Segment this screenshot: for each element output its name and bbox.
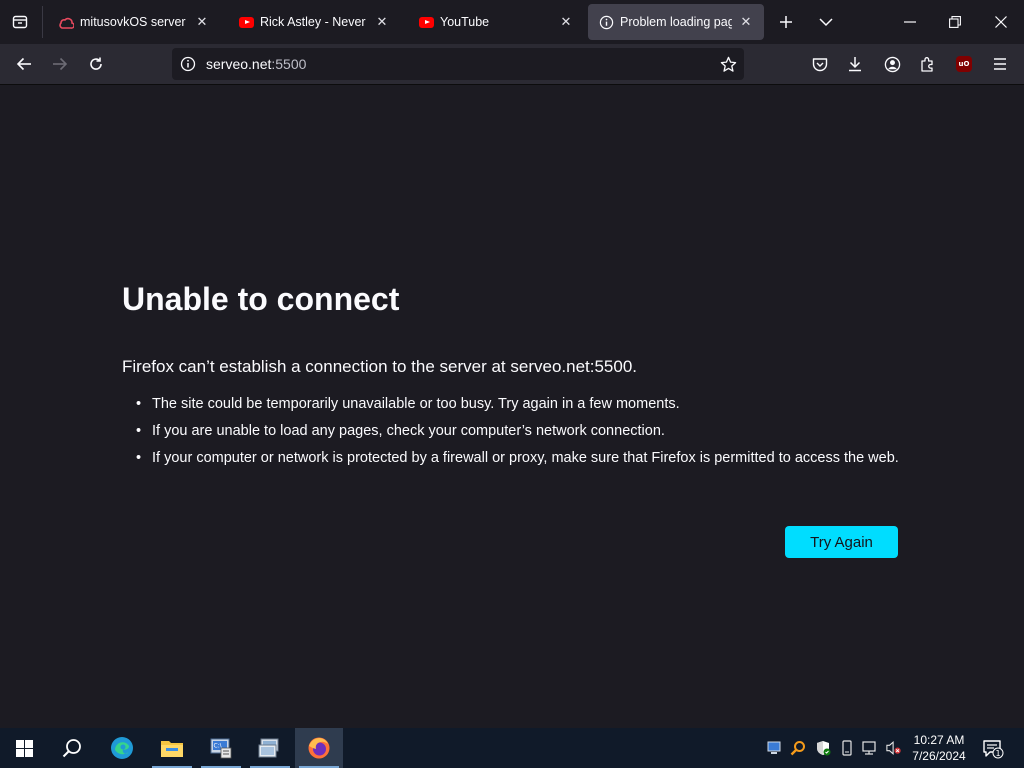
restore-icon[interactable] (940, 8, 970, 36)
remote-desktop-icon[interactable] (246, 728, 294, 768)
ublock-origin-icon[interactable]: uO (952, 52, 976, 76)
taskbar: C:\ 10:27 AM 7/26/2024 1 (0, 728, 1024, 768)
error-title: Unable to connect (122, 281, 400, 317)
windows-security-icon[interactable] (815, 740, 831, 756)
tray-device-icon[interactable] (839, 740, 855, 756)
firefox-view-icon[interactable] (10, 12, 30, 32)
new-tab-icon[interactable] (776, 12, 796, 32)
try-again-button[interactable]: Try Again (785, 526, 898, 558)
back-arrow-icon[interactable] (12, 52, 36, 76)
forward-arrow-icon[interactable] (48, 52, 72, 76)
control-panel-icon[interactable]: C:\ (197, 728, 245, 768)
tab-youtube[interactable]: YouTube ✕ (408, 4, 584, 40)
tray-search-magnifier-icon[interactable] (790, 740, 806, 756)
minimize-icon[interactable] (895, 8, 925, 36)
notification-center-icon[interactable]: 1 (978, 736, 1008, 762)
tab-close-icon[interactable]: ✕ (558, 14, 574, 30)
extensions-icon[interactable] (916, 52, 940, 76)
tray-monitor-icon[interactable] (766, 740, 782, 756)
site-info-icon[interactable] (180, 56, 196, 72)
list-item: If your computer or network is protected… (136, 449, 906, 468)
tab-strip: mitusovkOS server 0.7 ✕ Rick Astley - Ne… (0, 0, 1024, 44)
tab-mitusovkos[interactable]: mitusovkOS server 0.7 ✕ (48, 4, 220, 40)
network-icon[interactable] (862, 740, 878, 756)
tab-title: mitusovkOS server 0.7 (80, 15, 188, 29)
tab-separator (42, 6, 43, 38)
firefox-icon[interactable] (295, 728, 343, 768)
tab-rick-astley[interactable]: Rick Astley - Never Gonna Give You Up ✕ (228, 4, 400, 40)
system-clock[interactable]: 10:27 AM 7/26/2024 (905, 732, 973, 764)
clock-time: 10:27 AM (913, 733, 965, 747)
cloud-icon (58, 14, 74, 30)
tab-title: YouTube (440, 15, 490, 29)
file-explorer-icon[interactable] (148, 728, 196, 768)
navigation-toolbar: serveo.net:5500 uO (0, 44, 1024, 84)
volume-muted-icon[interactable] (886, 740, 902, 756)
start-windows-icon[interactable] (0, 728, 48, 768)
menu-hamburger-icon[interactable] (988, 52, 1012, 76)
youtube-icon (418, 14, 434, 30)
reload-icon[interactable] (84, 52, 108, 76)
tab-close-icon[interactable]: ✕ (194, 14, 210, 30)
account-icon[interactable] (880, 52, 904, 76)
url-port: :5500 (271, 56, 307, 72)
address-bar[interactable]: serveo.net:5500 (172, 48, 744, 80)
url-host: serveo.net (206, 56, 272, 72)
screen: mitusovkOS server 0.7 ✕ Rick Astley - Ne… (0, 0, 1024, 768)
pocket-icon[interactable] (808, 52, 832, 76)
list-all-tabs-icon[interactable] (816, 12, 836, 32)
error-reasons-list: The site could be temporarily unavailabl… (136, 395, 906, 476)
list-item: If you are unable to load any pages, che… (136, 422, 906, 441)
tab-problem-loading[interactable]: Problem loading page ✕ (588, 4, 764, 40)
tab-title: Problem loading page (620, 15, 732, 29)
edge-browser-icon[interactable] (98, 728, 146, 768)
bookmark-star-icon[interactable] (718, 54, 738, 74)
clock-date: 7/26/2024 (912, 749, 966, 763)
tab-title: Rick Astley - Never Gonna Give You Up (260, 15, 368, 29)
search-icon[interactable] (48, 728, 96, 768)
ublock-badge: uO (956, 56, 972, 72)
tab-close-icon[interactable]: ✕ (738, 14, 754, 30)
url-text[interactable]: serveo.net:5500 (206, 56, 306, 72)
youtube-icon (238, 14, 254, 30)
downloads-icon[interactable] (843, 52, 867, 76)
list-item: The site could be temporarily unavailabl… (136, 395, 906, 414)
window-close-icon[interactable] (986, 8, 1016, 36)
notification-count: 1 (995, 749, 1000, 758)
tab-close-icon[interactable]: ✕ (374, 14, 390, 30)
page-content: Unable to connect Firefox can’t establis… (0, 84, 1024, 728)
info-icon (598, 14, 614, 30)
error-description: Firefox can’t establish a connection to … (122, 357, 638, 376)
